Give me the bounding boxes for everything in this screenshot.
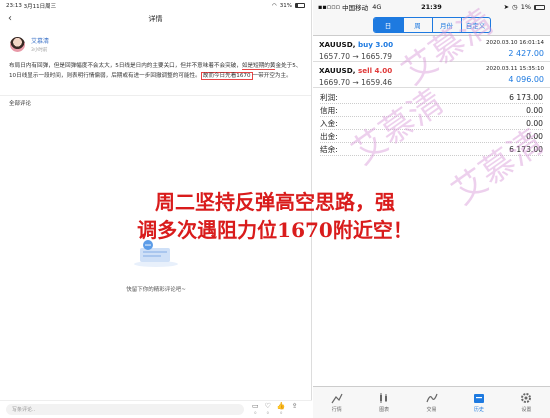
- summary-value: 0.00: [526, 105, 543, 115]
- bottom-tab-bar: 行情 图表 交易 历史 设置: [313, 386, 550, 418]
- candlestick-icon: [380, 393, 388, 403]
- empty-comments-text: 快留下你的精彩评论吧~: [126, 287, 186, 293]
- author-block[interactable]: 艾慕清 3小时前: [0, 26, 311, 53]
- tab-week[interactable]: 周: [402, 17, 432, 32]
- page-title: 详情: [148, 14, 163, 23]
- article-body: 布局日内有回弹，但是回弹幅度不会太大，5日线是日内的主要关口，但并不意味着不会突…: [0, 53, 312, 81]
- nav-bar: ‹ 详情: [0, 11, 311, 26]
- summary-label: 信用:: [320, 105, 338, 115]
- tab-day[interactable]: 日: [373, 17, 403, 32]
- summary-label: 利润:: [320, 92, 338, 102]
- body-underlined: 如是短期的黄: [241, 63, 276, 70]
- status-time: 23:13: [6, 2, 22, 9]
- tab-label: 设置: [521, 407, 532, 413]
- thumbs-up-icon[interactable]: 👍 0: [277, 402, 286, 417]
- status-date: 3月11日周三: [23, 3, 57, 10]
- thumbs-count: 0: [280, 410, 283, 415]
- tab-trade[interactable]: 交易: [408, 387, 455, 418]
- order-profit: 2 427.00: [508, 49, 544, 58]
- author-name[interactable]: 艾慕清: [31, 36, 49, 45]
- tab-month[interactable]: 月份: [431, 17, 461, 32]
- summary-label: 结余:: [320, 144, 338, 154]
- phone-time: 21:39: [421, 3, 442, 11]
- tab-label: 交易: [426, 407, 437, 413]
- tab-custom[interactable]: 自定义: [460, 17, 490, 32]
- tab-chart[interactable]: 图表: [360, 387, 407, 418]
- body-line-1: 布局日内有回弹，但是回弹幅度不会太大，5日线是日内的主要关口，但并不意味着不会突…: [9, 63, 242, 69]
- period-segment: 日 周 月份 自定义: [313, 14, 550, 36]
- battery-percent: 31%: [279, 2, 292, 9]
- trade-icon: [425, 393, 438, 403]
- tab-settings[interactable]: 设置: [503, 387, 550, 418]
- tab-label: 图表: [379, 407, 390, 413]
- tab-label: 行情: [331, 407, 342, 413]
- order-profit: 4 096.00: [508, 75, 544, 84]
- like-count: 0: [266, 410, 269, 415]
- tab-quotes[interactable]: 行情: [313, 387, 360, 418]
- body-line-3: 一带开空为主。: [252, 73, 292, 79]
- summary-label: 出金:: [320, 131, 338, 141]
- summary-label: 入金:: [320, 118, 338, 128]
- article-panel: 23:13 3月11日周三 ◠ 31% ‹ 详情 艾慕清 3小时前 布局日内有回…: [0, 0, 312, 418]
- post-time: 3小时前: [31, 48, 48, 53]
- summary-row: 结余: 6 173.00: [320, 143, 543, 156]
- battery-icon: [534, 4, 545, 10]
- summary-value: 0.00: [526, 118, 543, 128]
- order-row[interactable]: XAUUSD, buy 3.00 2020.03.10 16:01:14 165…: [313, 36, 550, 62]
- body-highlight: 故而今日先看1670: [200, 72, 253, 80]
- comment-icon[interactable]: ▭ 0: [252, 402, 259, 417]
- comments-header: 全部评论: [0, 95, 311, 110]
- summary-table: 利润: 6 173.00 信用: 0.00 入金: 0.00 出金: 0.00 结余: 6…: [313, 88, 550, 159]
- battery-icon: [295, 3, 305, 8]
- quotes-icon: [331, 393, 343, 404]
- comment-bar: 写条评论.. ▭ 0 ♡ 0 👍 0 ⇪: [0, 400, 312, 418]
- comment-count: 0: [254, 410, 257, 415]
- trading-history-panel: ▪▪▫▫▫ 中国移动 4G 21:39 ➤ ◷ 1% 日 周 月份 自定义 XA…: [313, 0, 550, 418]
- summary-value: 6 173.00: [509, 92, 543, 102]
- history-icon: [473, 394, 484, 403]
- like-icon[interactable]: ♡ 0: [265, 402, 271, 417]
- comment-input[interactable]: 写条评论..: [6, 404, 244, 415]
- order-row[interactable]: XAUUSD, sell 4.00 2020.03.11 15:35:10 16…: [313, 62, 550, 88]
- order-symbol: XAUUSD,: [319, 66, 356, 75]
- order-side: sell 4.00: [357, 66, 393, 75]
- back-icon[interactable]: ‹: [8, 13, 12, 24]
- phone-status-bar: ▪▪▫▫▫ 中国移动 4G 21:39 ➤ ◷ 1%: [313, 0, 550, 14]
- empty-comments-illustration: [134, 240, 178, 267]
- gear-icon: [521, 393, 532, 403]
- order-date: 2020.03.10 16:01:14: [486, 40, 544, 46]
- tab-label: 历史: [473, 407, 484, 413]
- order-side: buy 3.00: [357, 40, 394, 49]
- wifi-icon: ◠: [271, 2, 277, 9]
- summary-row: 入金: 0.00: [320, 117, 543, 130]
- order-date: 2020.03.11 15:35:10: [486, 66, 544, 72]
- tab-history[interactable]: 历史: [455, 387, 502, 418]
- status-bar: 23:13 3月11日周三 ◠ 31%: [0, 0, 311, 11]
- avatar[interactable]: [10, 37, 25, 52]
- share-icon[interactable]: ⇪: [292, 402, 298, 417]
- summary-value: 6 173.00: [509, 144, 543, 154]
- summary-row: 出金: 0.00: [320, 130, 543, 143]
- summary-row: 利润: 6 173.00: [320, 91, 543, 104]
- order-symbol: XAUUSD,: [319, 40, 356, 49]
- summary-value: 0.00: [526, 131, 543, 141]
- summary-row: 信用: 0.00: [320, 104, 543, 117]
